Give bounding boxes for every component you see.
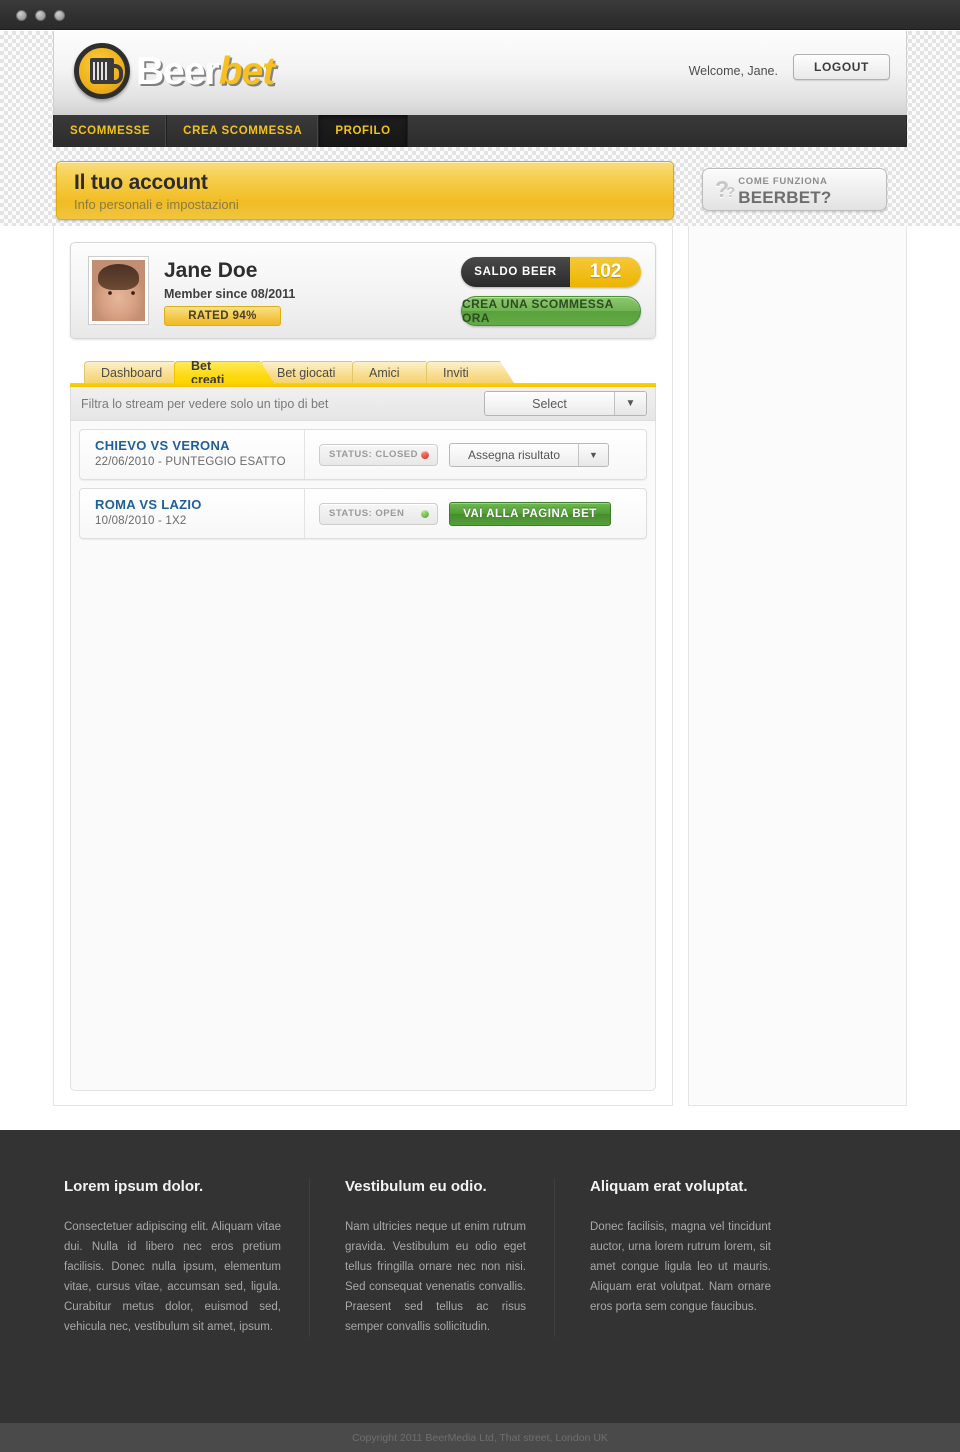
balance-label: SALDO BEER <box>461 257 570 287</box>
balance-value: 102 <box>570 257 641 287</box>
page-title: Il tuo account <box>74 171 208 194</box>
main-navigation: SCOMMESSE CREA SCOMMESSA PROFILO <box>53 115 907 147</box>
avatar <box>88 256 149 325</box>
status-dot-icon <box>421 450 429 459</box>
page-subtitle: Info personali e impostazioni <box>74 197 239 212</box>
logout-button[interactable]: LOGOUT <box>793 54 890 80</box>
footer-heading: Aliquam erat voluptat. <box>590 1178 748 1195</box>
how-it-works-button[interactable]: ?? COME FUNZIONA BEERBET? <box>702 168 887 211</box>
filter-label: Filtra lo stream per vedere solo un tipo… <box>81 396 329 411</box>
balance-widget: SALDO BEER 102 <box>461 257 641 287</box>
profile-member-since: Member since 08/2011 <box>164 287 296 301</box>
status-badge: STATUS: CLOSED <box>319 443 438 466</box>
status-badge-label: STATUS: OPEN <box>329 508 405 519</box>
status-dot-icon <box>421 509 429 518</box>
footer-heading: Vestibulum eu odio. <box>345 1178 487 1195</box>
footer-column-3: Aliquam erat voluptat. Donec facilisis, … <box>554 1178 799 1337</box>
profile-card: Jane Doe Member since 08/2011 RATED 94% … <box>70 242 656 339</box>
bet-actions: STATUS: CLOSED Assegna risultato ▼ <box>305 430 646 479</box>
bet-info: ROMA VS LAZIO 10/08/2010 - 1X2 <box>80 489 305 538</box>
nav-item-profilo[interactable]: PROFILO <box>319 115 408 147</box>
site-footer: Lorem ipsum dolor. Consectetuer adipisci… <box>0 1130 960 1423</box>
how-it-works-line1: COME FUNZIONA <box>738 175 828 187</box>
site-header: Beerbet Welcome, Jane. LOGOUT <box>53 31 907 115</box>
footer-heading: Lorem ipsum dolor. <box>64 1178 204 1195</box>
go-to-bet-page-button[interactable]: VAI ALLA PAGINA BET <box>449 501 611 526</box>
footer-column-2: Vestibulum eu odio. Nam ultricies neque … <box>309 1178 554 1337</box>
sidebar-panel <box>688 226 907 1106</box>
footer-body: Donec facilisis, magna vel tincidunt auc… <box>590 1221 771 1313</box>
logo-word-bet: bet <box>218 49 275 93</box>
create-bet-button[interactable]: CREA UNA SCOMMESSA ORA <box>461 296 641 326</box>
chevron-down-icon: ▼ <box>578 443 608 466</box>
window-controls[interactable] <box>16 10 65 21</box>
assign-result-value: Assegna risultato <box>467 447 561 462</box>
bet-actions: STATUS: OPEN VAI ALLA PAGINA BET <box>305 489 646 538</box>
bet-title[interactable]: CHIEVO VS VERONA <box>95 438 304 453</box>
close-window-icon[interactable] <box>16 10 27 21</box>
footer-body: Nam ultricies neque ut enim rutrum gravi… <box>345 1221 526 1333</box>
nav-item-scommesse[interactable]: SCOMMESSE <box>54 115 168 147</box>
tab-bet-creati[interactable]: Bet creati <box>174 361 274 383</box>
browser-chrome <box>0 0 960 30</box>
tab-bar: Dashboard Bet creati Bet giocati Amici I… <box>70 361 656 383</box>
tab-inviti[interactable]: Inviti <box>426 361 514 383</box>
profile-name: Jane Doe <box>164 259 258 282</box>
bet-type-select-value: Select <box>532 396 567 411</box>
footer-column-1: Lorem ipsum dolor. Consectetuer adipisci… <box>64 1178 309 1337</box>
page-header-banner: Il tuo account Info personali e impostaz… <box>56 161 674 220</box>
filter-bar: Filtra lo stream per vedere solo un tipo… <box>70 387 656 421</box>
copyright-bar: Copyright 2011 BeerMedia Ltd, That stree… <box>0 1423 960 1452</box>
welcome-text: Welcome, Jane. <box>688 64 778 78</box>
footer-body: Consectetuer adipiscing elit. Aliquam vi… <box>64 1221 281 1333</box>
main-content-panel: Jane Doe Member since 08/2011 RATED 94% … <box>53 226 673 1106</box>
bet-stream: CHIEVO VS VERONA 22/06/2010 - PUNTEGGIO … <box>70 421 656 1091</box>
beer-mug-icon <box>74 43 130 99</box>
tab-bet-giocati[interactable]: Bet giocati <box>260 361 366 383</box>
table-row[interactable]: CHIEVO VS VERONA 22/06/2010 - PUNTEGGIO … <box>79 429 647 480</box>
minimize-window-icon[interactable] <box>35 10 46 21</box>
logo-word-beer: Beer <box>136 49 220 93</box>
status-badge: STATUS: OPEN <box>319 502 438 525</box>
table-row[interactable]: ROMA VS LAZIO 10/08/2010 - 1X2 STATUS: O… <box>79 488 647 539</box>
site-logo[interactable]: Beerbet <box>74 43 275 99</box>
bet-type-select[interactable]: Select ▼ <box>484 391 647 416</box>
maximize-window-icon[interactable] <box>54 10 65 21</box>
tab-dashboard[interactable]: Dashboard <box>84 361 188 383</box>
status-badge-label: STATUS: CLOSED <box>329 449 418 460</box>
bet-meta: 10/08/2010 - 1X2 <box>95 515 187 527</box>
nav-item-crea-scommessa[interactable]: CREA SCOMMESSA <box>167 115 320 147</box>
rated-badge: RATED 94% <box>164 306 281 326</box>
logo-wordmark: Beerbet <box>124 49 275 93</box>
bet-meta: 22/06/2010 - PUNTEGGIO ESATTO <box>95 456 286 468</box>
question-mark-icon: ?? <box>715 176 735 202</box>
bet-title[interactable]: ROMA VS LAZIO <box>95 497 304 512</box>
bet-info: CHIEVO VS VERONA 22/06/2010 - PUNTEGGIO … <box>80 430 305 479</box>
chevron-down-icon: ▼ <box>614 392 646 415</box>
assign-result-select[interactable]: Assegna risultato ▼ <box>449 442 609 467</box>
page-root: Beerbet Welcome, Jane. LOGOUT SCOMMESSE … <box>0 0 960 1452</box>
how-it-works-line2: BEERBET? <box>738 187 832 207</box>
